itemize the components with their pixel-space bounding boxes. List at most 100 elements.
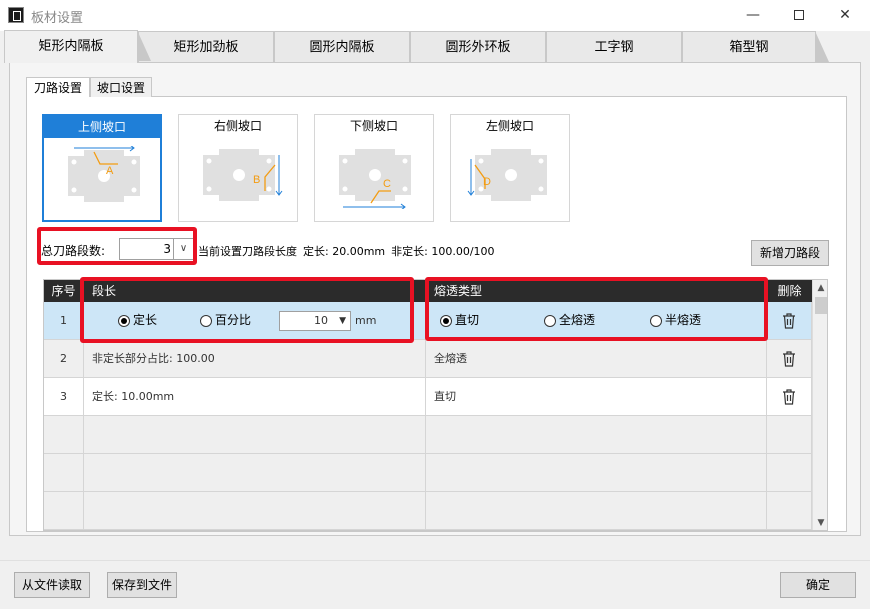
empty-cell — [44, 492, 84, 529]
tab-round-outer-ring[interactable]: 圆形外环板 — [410, 31, 559, 62]
outer-tab-strip: 矩形内隔板 矩形加劲板 圆形内隔板 圆形外环板 工字钢 箱型钢 — [0, 30, 870, 63]
bevel-card-right[interactable]: 右侧坡口 B — [178, 114, 298, 222]
bevel-card-label: 下侧坡口 — [349, 119, 398, 133]
segment-table: 序号 段长 熔透类型 删除 1 定长 百分比 10 ▼ mm 直切 全熔透 半熔… — [43, 279, 828, 531]
empty-cell — [44, 454, 84, 491]
empty-cell — [84, 454, 426, 491]
radio-label: 直切 — [455, 313, 480, 327]
row-length: 定长: 10.00mm — [84, 378, 426, 415]
radio-checked-icon — [440, 314, 452, 327]
bottom-bevel-diagram: C — [339, 149, 411, 209]
scroll-up-icon[interactable]: ▲ — [813, 280, 827, 297]
row-length: 非定长部分占比: 100.00 — [84, 340, 426, 377]
scroll-thumb[interactable] — [815, 297, 827, 314]
tab-rect-stiffener[interactable]: 矩形加劲板 — [138, 31, 287, 62]
maximize-button[interactable] — [776, 0, 822, 31]
empty-cell — [44, 416, 84, 453]
segment-info-variable: 非定长: 100.00/100 — [391, 245, 495, 258]
table-scrollbar[interactable]: ▲ ▼ — [812, 280, 827, 530]
radio-label: 定长 — [133, 313, 158, 327]
app-icon — [8, 7, 24, 23]
trash-icon[interactable] — [767, 340, 812, 377]
length-value: 10 — [314, 314, 328, 327]
tab-i-beam[interactable]: 工字钢 — [546, 31, 695, 62]
segment-count-label: 总刀路段数: — [41, 244, 106, 258]
maximize-icon — [794, 10, 804, 20]
tab-toolpath-settings[interactable]: 刀路设置 — [26, 77, 90, 97]
empty-row — [44, 492, 812, 530]
header-delete: 删除 — [777, 284, 802, 298]
table-row[interactable]: 1 定长 百分比 10 ▼ mm 直切 全熔透 半熔透 — [44, 302, 812, 340]
scroll-down-icon[interactable]: ▼ — [813, 515, 827, 530]
radio-label: 全熔透 — [559, 313, 596, 327]
read-from-file-button[interactable]: 从文件读取 — [14, 572, 90, 598]
ok-button[interactable]: 确定 — [780, 572, 856, 598]
table-header: 序号 段长 熔透类型 删除 — [44, 280, 812, 302]
segment-info-prefix: 当前设置刀路段长度 — [198, 245, 297, 258]
bevel-letter: A — [106, 165, 114, 177]
add-segment-button[interactable]: 新增刀路段 — [751, 240, 829, 266]
trash-icon[interactable] — [767, 302, 812, 339]
length-value-combo[interactable]: 10 ▼ — [279, 311, 351, 331]
window-title: 板材设置 — [31, 11, 84, 26]
bevel-letter: D — [483, 176, 491, 188]
table-row[interactable]: 3 定长: 10.00mm 直切 — [44, 378, 812, 416]
empty-row — [44, 416, 812, 454]
radio-full-penetration[interactable]: 全熔透 — [544, 302, 595, 339]
header-index: 序号 — [44, 280, 84, 302]
empty-cell — [84, 492, 426, 529]
radio-label: 百分比 — [215, 313, 252, 327]
bevel-card-label: 右侧坡口 — [213, 119, 262, 133]
right-bevel-diagram: B — [203, 149, 283, 201]
minimize-button[interactable]: — — [730, 0, 776, 31]
radio-fixed-length[interactable]: 定长 — [118, 302, 157, 339]
tab-rect-inner-plate[interactable]: 矩形内隔板 — [4, 30, 151, 63]
empty-cell — [426, 454, 767, 491]
empty-cell — [426, 492, 767, 529]
radio-half-penetration[interactable]: 半熔透 — [650, 302, 701, 339]
bevel-letter: B — [253, 174, 260, 186]
row-type: 全熔透 — [426, 340, 767, 377]
close-button[interactable]: ✕ — [822, 0, 868, 31]
radio-unchecked-icon — [200, 314, 212, 327]
tab-bevel-settings[interactable]: 坡口设置 — [90, 77, 152, 97]
trash-icon[interactable] — [767, 378, 812, 415]
radio-unchecked-icon — [544, 314, 556, 327]
radio-unchecked-icon — [650, 314, 662, 327]
bevel-card-bottom[interactable]: 下侧坡口 C — [314, 114, 434, 222]
empty-cell — [426, 416, 767, 453]
length-editor: 定长 百分比 10 ▼ mm — [84, 302, 426, 339]
segment-info: 当前设置刀路段长度 定长: 20.00mm 非定长: 100.00/100 — [198, 243, 501, 259]
radio-label: 半熔透 — [665, 313, 702, 327]
chevron-down-icon[interactable]: ∨ — [173, 239, 193, 259]
empty-cell — [84, 416, 426, 453]
left-bevel-diagram: D — [467, 149, 547, 201]
title-bar: 板材设置 — ✕ — [0, 0, 870, 31]
tab-round-inner-plate[interactable]: 圆形内隔板 — [274, 31, 423, 62]
length-unit: mm — [355, 314, 377, 327]
bevel-card-top[interactable]: 上侧坡口 A — [42, 114, 162, 222]
empty-row — [44, 454, 812, 492]
empty-cell — [767, 454, 812, 491]
bevel-letter: C — [383, 178, 391, 190]
row-index: 1 — [44, 302, 84, 339]
radio-percentage[interactable]: 百分比 — [200, 302, 251, 339]
row-type: 直切 — [426, 378, 767, 415]
row-index: 2 — [44, 340, 84, 377]
bevel-card-label: 左侧坡口 — [485, 119, 534, 133]
type-editor: 直切 全熔透 半熔透 — [426, 302, 767, 339]
radio-checked-icon — [118, 314, 130, 327]
segment-count-combo[interactable]: 3 ∨ — [119, 238, 194, 260]
bevel-card-label: 上侧坡口 — [44, 116, 160, 138]
radio-straight-cut[interactable]: 直切 — [440, 302, 479, 339]
tab-box-beam[interactable]: 箱型钢 — [682, 31, 829, 62]
segment-info-fixed: 定长: 20.00mm — [303, 245, 386, 258]
save-to-file-button[interactable]: 保存到文件 — [107, 572, 177, 598]
header-length: 段长 — [84, 280, 426, 302]
table-row[interactable]: 2 非定长部分占比: 100.00 全熔透 — [44, 340, 812, 378]
empty-cell — [767, 416, 812, 453]
top-bevel-diagram: A — [68, 146, 140, 202]
segment-count-value: 3 — [163, 242, 171, 256]
row-index: 3 — [44, 378, 84, 415]
bevel-card-left[interactable]: 左侧坡口 D — [450, 114, 570, 222]
